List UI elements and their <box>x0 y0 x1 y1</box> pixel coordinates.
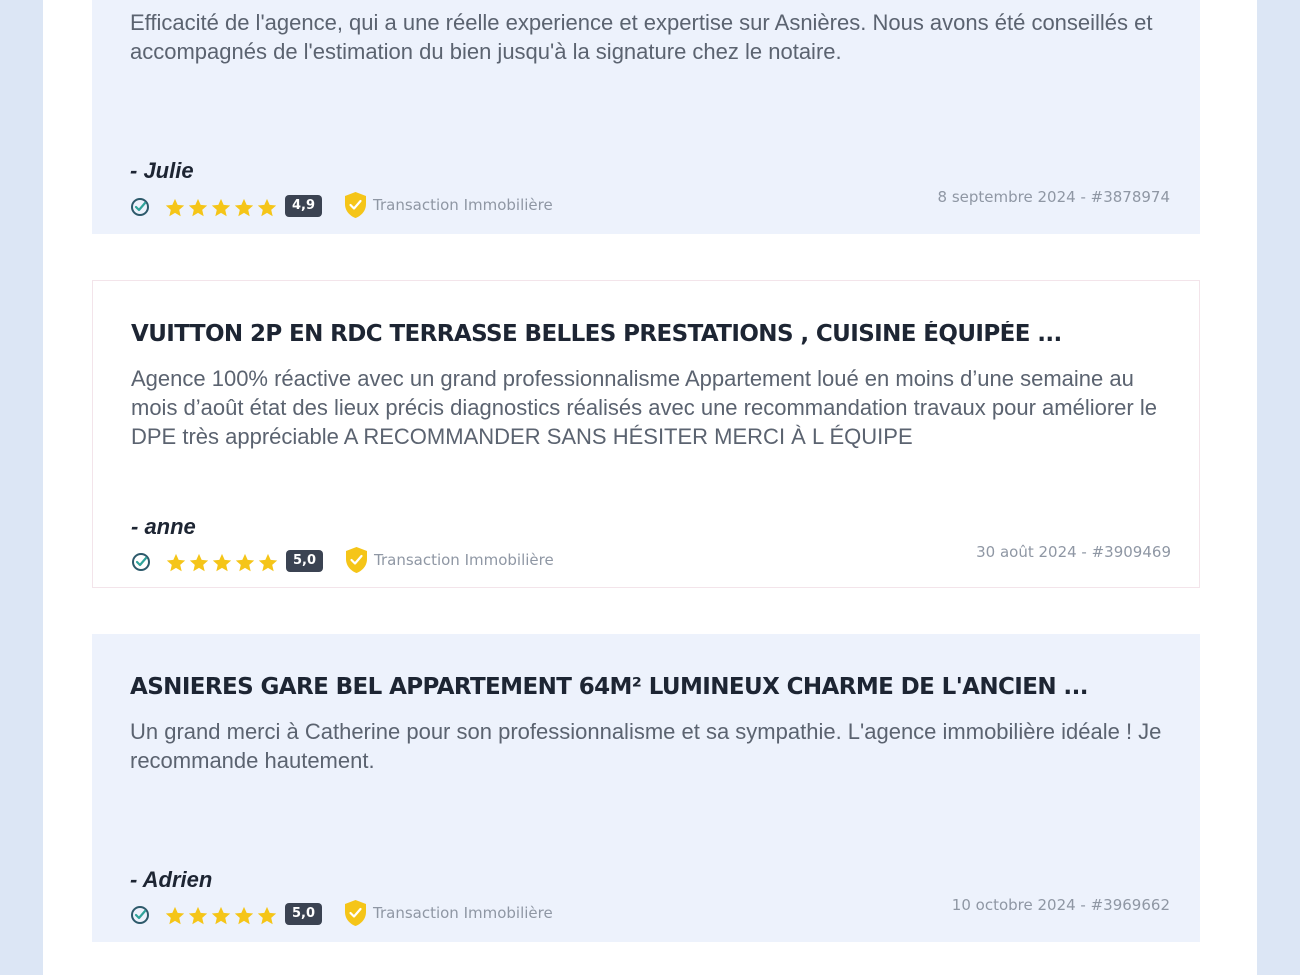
star-icon <box>211 198 231 217</box>
review-card: ASNIERES GARE BEL APPARTEMENT 64M² LUMIN… <box>92 634 1200 942</box>
star-icon <box>188 198 208 217</box>
star-icon <box>165 906 185 925</box>
review-meta: 5,0 Transaction Immobilière 30 août 2024… <box>131 543 1171 579</box>
review-date: 30 août 2024 - #3909469 <box>976 543 1171 561</box>
star-icon <box>189 553 209 572</box>
review-card: VUITTON 2P EN RDC TERRASSE BELLES PRESTA… <box>92 280 1200 588</box>
review-card: Efficacité de l'agence, qui a une réelle… <box>92 0 1200 234</box>
shield-check-icon <box>345 192 366 218</box>
star-icon <box>165 198 185 217</box>
star-icon <box>212 553 232 572</box>
review-meta: 5,0 Transaction Immobilière 10 octobre 2… <box>130 896 1170 932</box>
shield-check-icon <box>346 547 367 573</box>
star-icon <box>257 906 277 925</box>
review-category: Transaction Immobilière <box>373 904 553 922</box>
star-rating <box>164 197 278 219</box>
reviews-page: Efficacité de l'agence, qui a une réelle… <box>43 0 1257 975</box>
review-category: Transaction Immobilière <box>373 196 553 214</box>
review-text: Agence 100% réactive avec un grand profe… <box>131 366 1157 449</box>
check-circle-icon <box>132 553 150 571</box>
review-date: 10 octobre 2024 - #3969662 <box>951 896 1170 914</box>
review-title[interactable]: ASNIERES GARE BEL APPARTEMENT 64M² LUMIN… <box>130 674 1170 700</box>
star-icon <box>235 553 255 572</box>
review-author: - Adrien <box>130 867 213 892</box>
star-rating <box>164 905 278 927</box>
star-icon <box>211 906 231 925</box>
rating-score-badge: 4,9 <box>285 195 322 217</box>
star-icon <box>188 906 208 925</box>
star-icon <box>234 906 254 925</box>
review-date: 8 septembre 2024 - #3878974 <box>937 188 1170 206</box>
check-circle-icon <box>131 906 149 924</box>
review-category: Transaction Immobilière <box>374 551 554 569</box>
review-author: - Julie <box>130 158 194 183</box>
star-rating <box>165 552 279 574</box>
check-circle-icon <box>131 198 149 216</box>
star-icon <box>166 553 186 572</box>
review-title[interactable]: VUITTON 2P EN RDC TERRASSE BELLES PRESTA… <box>131 321 1169 347</box>
rating-score-badge: 5,0 <box>285 903 322 925</box>
star-icon <box>258 553 278 572</box>
rating-score-badge: 5,0 <box>286 550 323 572</box>
star-icon <box>234 198 254 217</box>
review-author: - anne <box>131 514 196 539</box>
review-text: Un grand merci à Catherine pour son prof… <box>130 719 1162 773</box>
review-text: Efficacité de l'agence, qui a une réelle… <box>130 10 1153 64</box>
star-icon <box>257 198 277 217</box>
review-meta: 4,9 Transaction Immobilière 8 septembre … <box>130 188 1170 224</box>
shield-check-icon <box>345 900 366 926</box>
